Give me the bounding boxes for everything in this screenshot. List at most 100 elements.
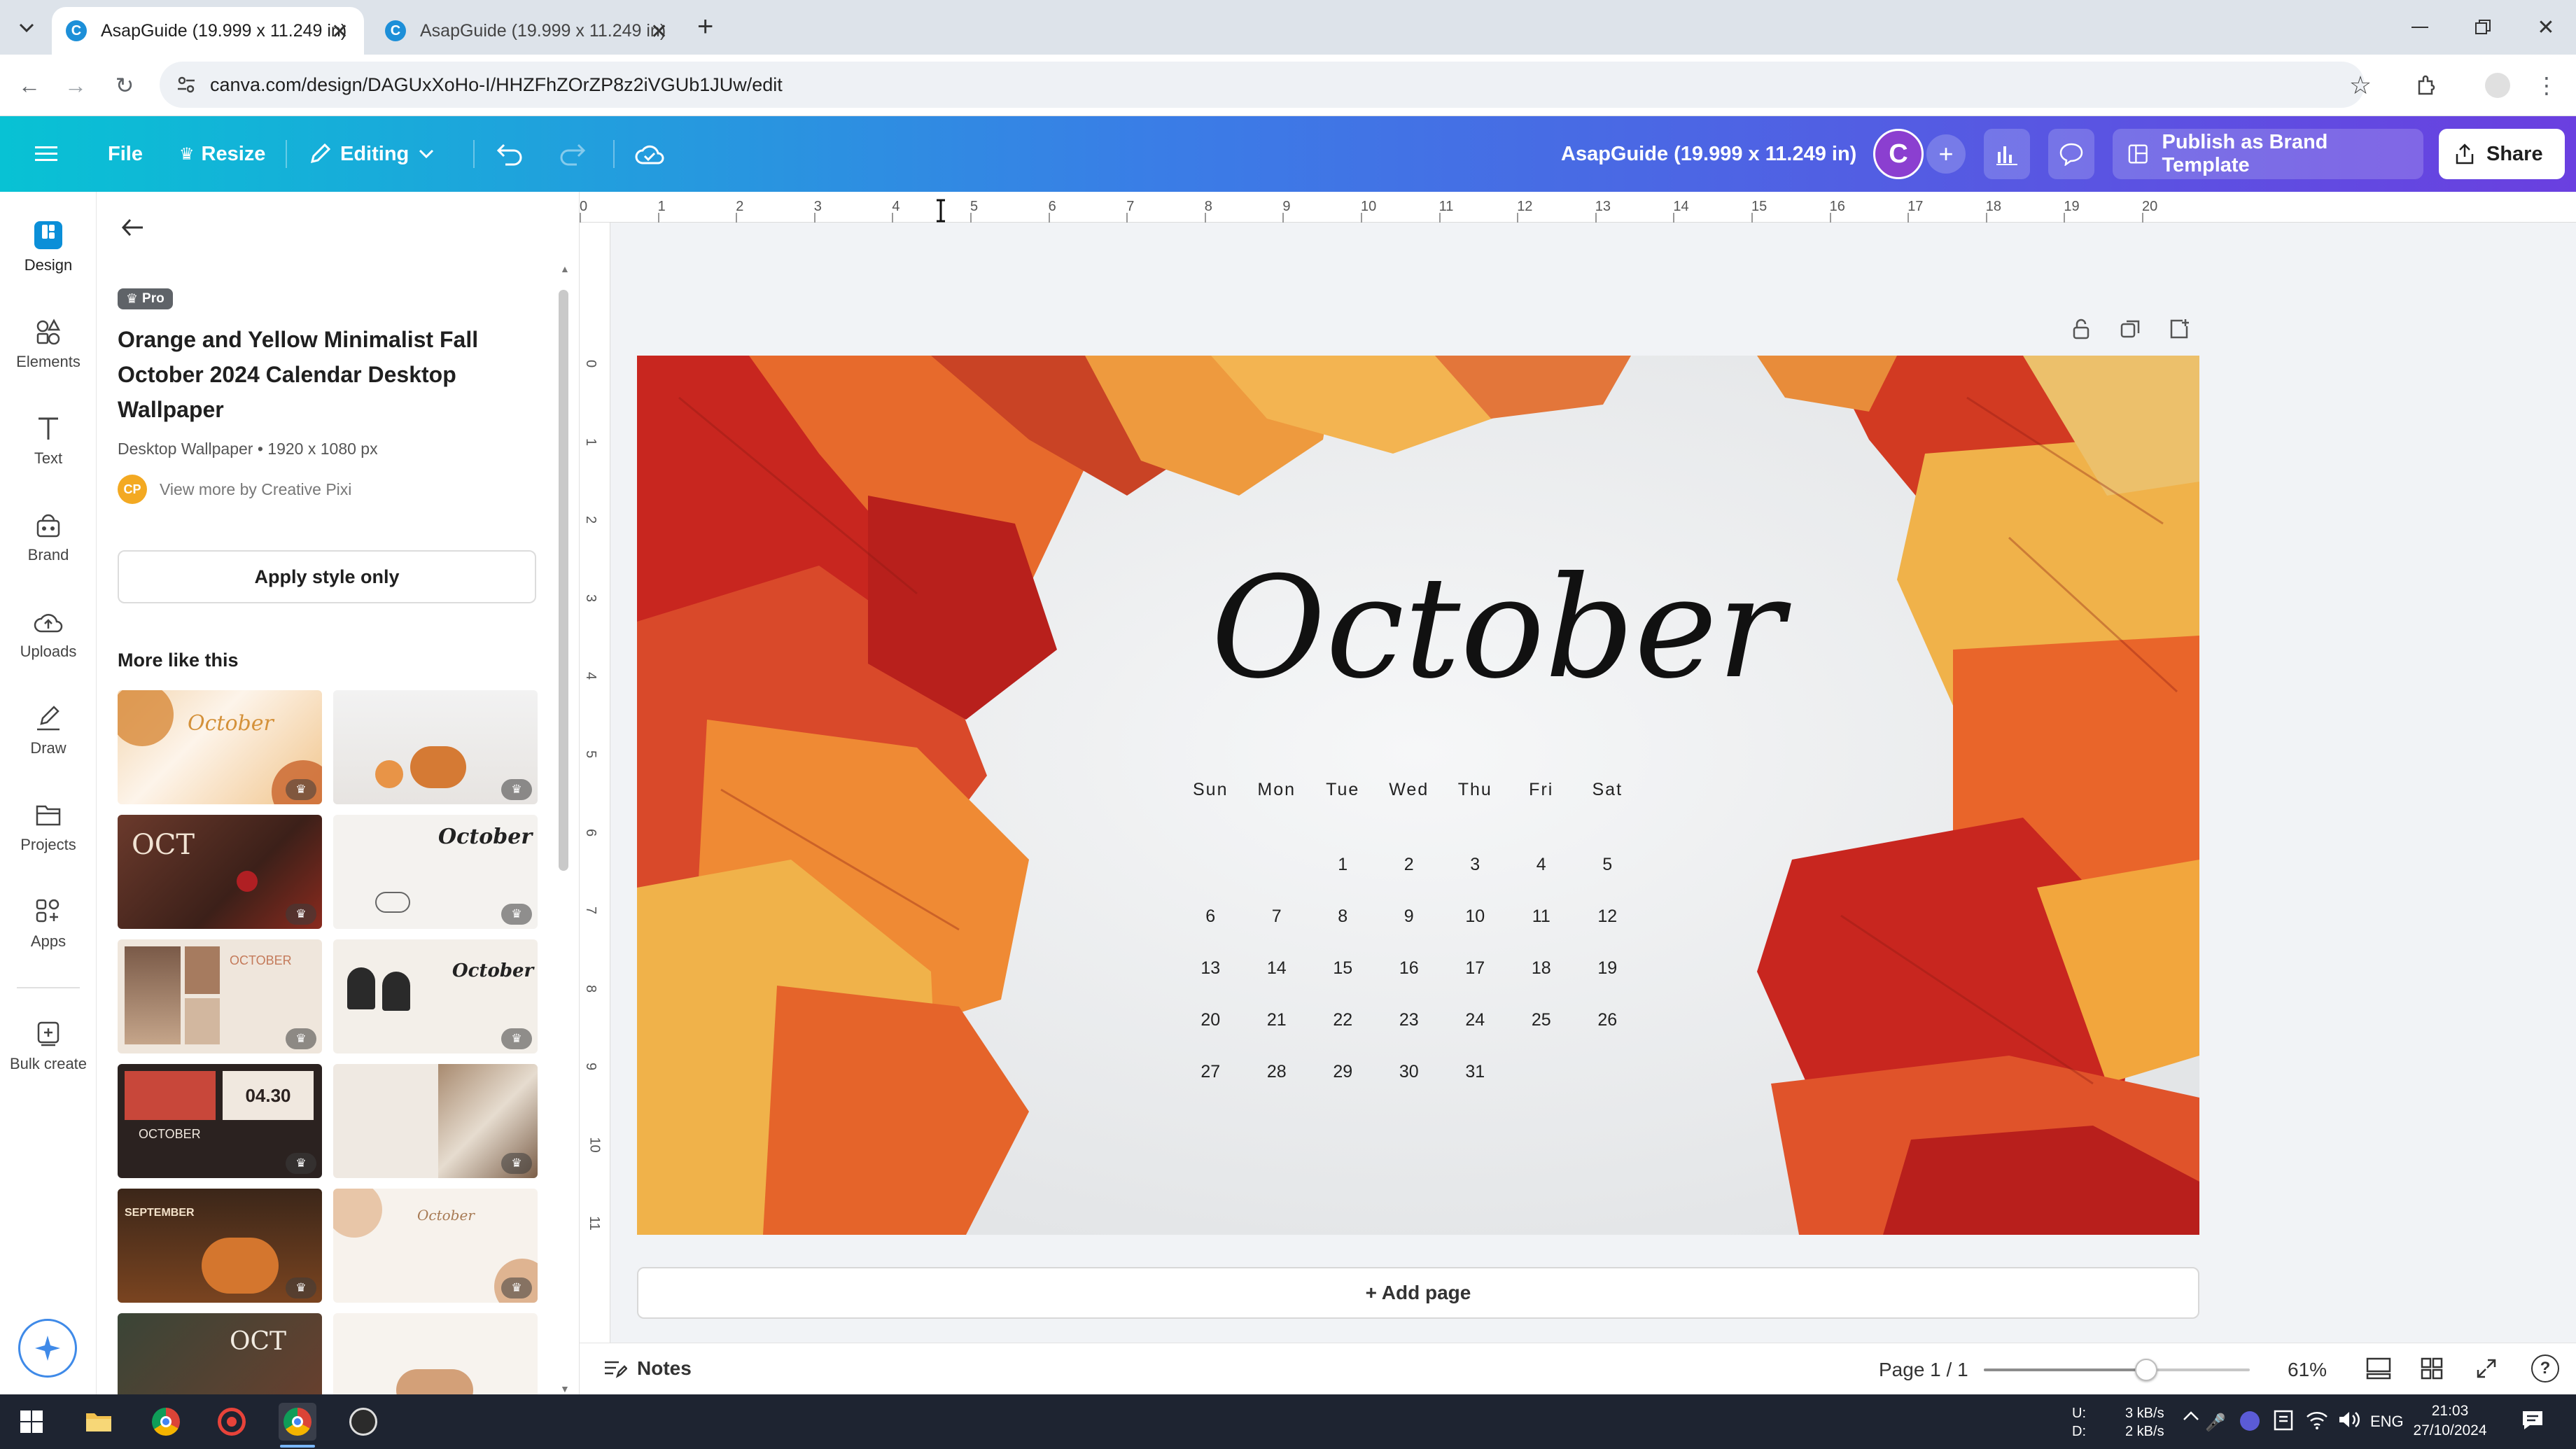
notifications-icon[interactable]	[2521, 1410, 2544, 1431]
template-thumbnail[interactable]: October ♛	[118, 690, 322, 804]
template-thumbnail[interactable]: 04.30 OCTOBER ♛	[118, 1064, 322, 1178]
rail-item-bulk-create[interactable]: Bulk create	[0, 1001, 97, 1092]
add-page-button[interactable]: + Add page	[637, 1267, 2199, 1319]
grid-view-icon[interactable]	[2421, 1357, 2443, 1380]
rail-item-uploads[interactable]: Uploads	[0, 592, 97, 676]
horizontal-ruler[interactable]: 0 1 2 3 4 5 6 7 8 9 10 11 12 13 14 15 16 17 18 19 20	[580, 192, 2576, 223]
rail-item-elements[interactable]: Elements	[0, 302, 97, 386]
notes-button[interactable]: Notes	[603, 1357, 692, 1380]
template-thumbnail[interactable]: October ♛	[333, 939, 538, 1054]
add-page-icon[interactable]	[2169, 318, 2191, 340]
template-thumbnail[interactable]: ♛	[333, 1064, 538, 1178]
tab-search-chevron-icon[interactable]	[13, 14, 41, 42]
recorder-icon[interactable]	[213, 1403, 251, 1441]
restore-icon[interactable]	[2451, 10, 2514, 45]
windows-start-icon[interactable]	[13, 1403, 50, 1441]
volume-icon[interactable]	[2338, 1410, 2360, 1429]
obs-icon[interactable]	[344, 1403, 382, 1441]
rail-item-text[interactable]: Text	[0, 399, 97, 483]
mic-icon[interactable]: 🎤	[2205, 1413, 2226, 1433]
reload-icon[interactable]: ↻	[109, 70, 140, 101]
undo-icon[interactable]	[496, 116, 532, 192]
creator-link[interactable]: View more by Creative Pixi	[160, 480, 351, 499]
browser-menu-icon[interactable]: ⋮	[2531, 70, 2562, 101]
user-avatar[interactable]: C	[1873, 129, 1924, 179]
rail-item-projects[interactable]: Projects	[0, 785, 97, 869]
page-indicator[interactable]: Page 1 / 1	[1879, 1359, 1968, 1381]
rail-item-draw[interactable]: Draw	[0, 689, 97, 773]
new-tab-icon[interactable]: +	[697, 11, 713, 43]
comment-icon[interactable]	[2048, 129, 2094, 179]
extensions-icon[interactable]	[2411, 70, 2442, 101]
help-icon[interactable]: ?	[2531, 1354, 2559, 1382]
template-thumbnail[interactable]: OCT	[118, 1313, 322, 1394]
rail-item-apps[interactable]: Apps	[0, 882, 97, 966]
tab-close-icon[interactable]: ✕	[650, 20, 668, 44]
rail-item-design[interactable]: Design	[0, 206, 97, 290]
tray-app-icon[interactable]	[2240, 1411, 2260, 1431]
page-view-icon[interactable]	[2366, 1357, 2391, 1380]
cloud-save-icon[interactable]	[634, 116, 673, 192]
panel-scrollbar[interactable]: ▲ ▼	[559, 263, 570, 1394]
browser-tab-1[interactable]: C AsapGuide (19.999 x 11.249 in) ✕	[52, 7, 364, 55]
panel-scroll-thumb[interactable]	[559, 290, 568, 871]
tab-close-icon[interactable]: ✕	[331, 20, 349, 44]
template-thumbnail[interactable]: October ♛	[333, 815, 538, 929]
duplicate-page-icon[interactable]	[2120, 318, 2142, 340]
design-page[interactable]: October Sun Mon Tue Wed Thu Fri Sat 1234567891…	[637, 356, 2199, 1235]
editing-mode-button[interactable]: Editing	[308, 116, 442, 192]
month-title[interactable]: October	[1211, 559, 1784, 699]
back-icon[interactable]: ←	[14, 70, 45, 101]
apply-style-button[interactable]: Apply style only	[118, 550, 536, 603]
zoom-slider[interactable]	[1984, 1359, 2250, 1381]
share-button[interactable]: Share	[2439, 129, 2565, 179]
chrome-active-icon[interactable]	[279, 1403, 316, 1441]
calendar-grid[interactable]: Sun Mon Tue Wed Thu Fri Sat 1 2 3 4 5 6 7 8 9 10 11 12 13 1…	[1177, 776, 1641, 1098]
bookmark-star-icon[interactable]: ☆	[2345, 70, 2376, 101]
creator-row[interactable]: CP View more by Creative Pixi	[118, 475, 351, 504]
thumb-text: SEPTEMBER	[125, 1207, 195, 1219]
profile-avatar-icon[interactable]	[2482, 70, 2513, 101]
insights-chart-icon[interactable]	[1984, 129, 2030, 179]
document-title[interactable]: AsapGuide (19.999 x 11.249 in)	[1561, 116, 1856, 192]
template-thumbnail[interactable]	[333, 1313, 538, 1394]
url-field[interactable]: canva.com/design/DAGUxXoHo-I/HHZFhZOrZP8…	[160, 62, 2365, 108]
template-thumbnail[interactable]: SEPTEMBER ♛	[118, 1189, 322, 1303]
lock-icon[interactable]	[2071, 318, 2092, 340]
tray-app-2-icon[interactable]	[2274, 1410, 2293, 1431]
main-menu-icon[interactable]	[35, 116, 66, 192]
scroll-down-icon[interactable]: ▼	[560, 1383, 570, 1394]
publish-brand-template-button[interactable]: Publish as Brand Template	[2113, 129, 2423, 179]
back-arrow-icon[interactable]	[120, 217, 144, 238]
site-settings-icon[interactable]	[176, 76, 196, 94]
scroll-up-icon[interactable]: ▲	[560, 263, 570, 274]
browser-tab-2[interactable]: C AsapGuide (19.999 x 11.249 in) ✕	[371, 7, 683, 55]
chrome-icon[interactable]	[147, 1403, 185, 1441]
add-collaborator-icon[interactable]: +	[1926, 134, 1966, 174]
template-thumbnail[interactable]: OCTOBER ♛	[118, 939, 322, 1054]
ruler-tick-label: 0	[583, 359, 599, 368]
fullscreen-icon[interactable]	[2475, 1357, 2498, 1380]
vertical-ruler[interactable]: 0 1 2 3 4 5 6 7 8 9 10 11	[580, 223, 610, 1394]
resize-button[interactable]: ♛ Resize	[179, 116, 265, 192]
zoom-value[interactable]: 61%	[2288, 1359, 2327, 1381]
template-thumbnail[interactable]: October ♛	[333, 1189, 538, 1303]
template-thumbnail[interactable]: OCT ♛	[118, 815, 322, 929]
file-menu-button[interactable]: File	[108, 116, 143, 192]
window-close-icon[interactable]: ✕	[2514, 10, 2576, 45]
day-cell: 1	[1338, 854, 1348, 874]
tray-expand-icon[interactable]	[2183, 1410, 2199, 1421]
magic-assistant-button[interactable]	[18, 1319, 77, 1378]
file-explorer-icon[interactable]	[80, 1403, 118, 1441]
language-indicator[interactable]: ENG	[2370, 1413, 2404, 1431]
zoom-slider-handle[interactable]	[2134, 1359, 2157, 1381]
wifi-icon[interactable]	[2306, 1410, 2328, 1429]
template-thumbnail[interactable]: ♛	[333, 690, 538, 804]
redo-icon[interactable]	[559, 116, 595, 192]
clock[interactable]: 21:03 27/10/2024	[2408, 1401, 2492, 1441]
forward-icon[interactable]: →	[60, 70, 91, 101]
creator-avatar: CP	[118, 475, 147, 504]
rail-item-brand[interactable]: Brand	[0, 496, 97, 580]
canvas-area[interactable]: 0 1 2 3 4 5 6 7 8 9 10 11 12 13 14 15 16 17 18 19 20 0123456…	[580, 192, 2576, 1394]
minimize-icon[interactable]	[2388, 10, 2451, 45]
